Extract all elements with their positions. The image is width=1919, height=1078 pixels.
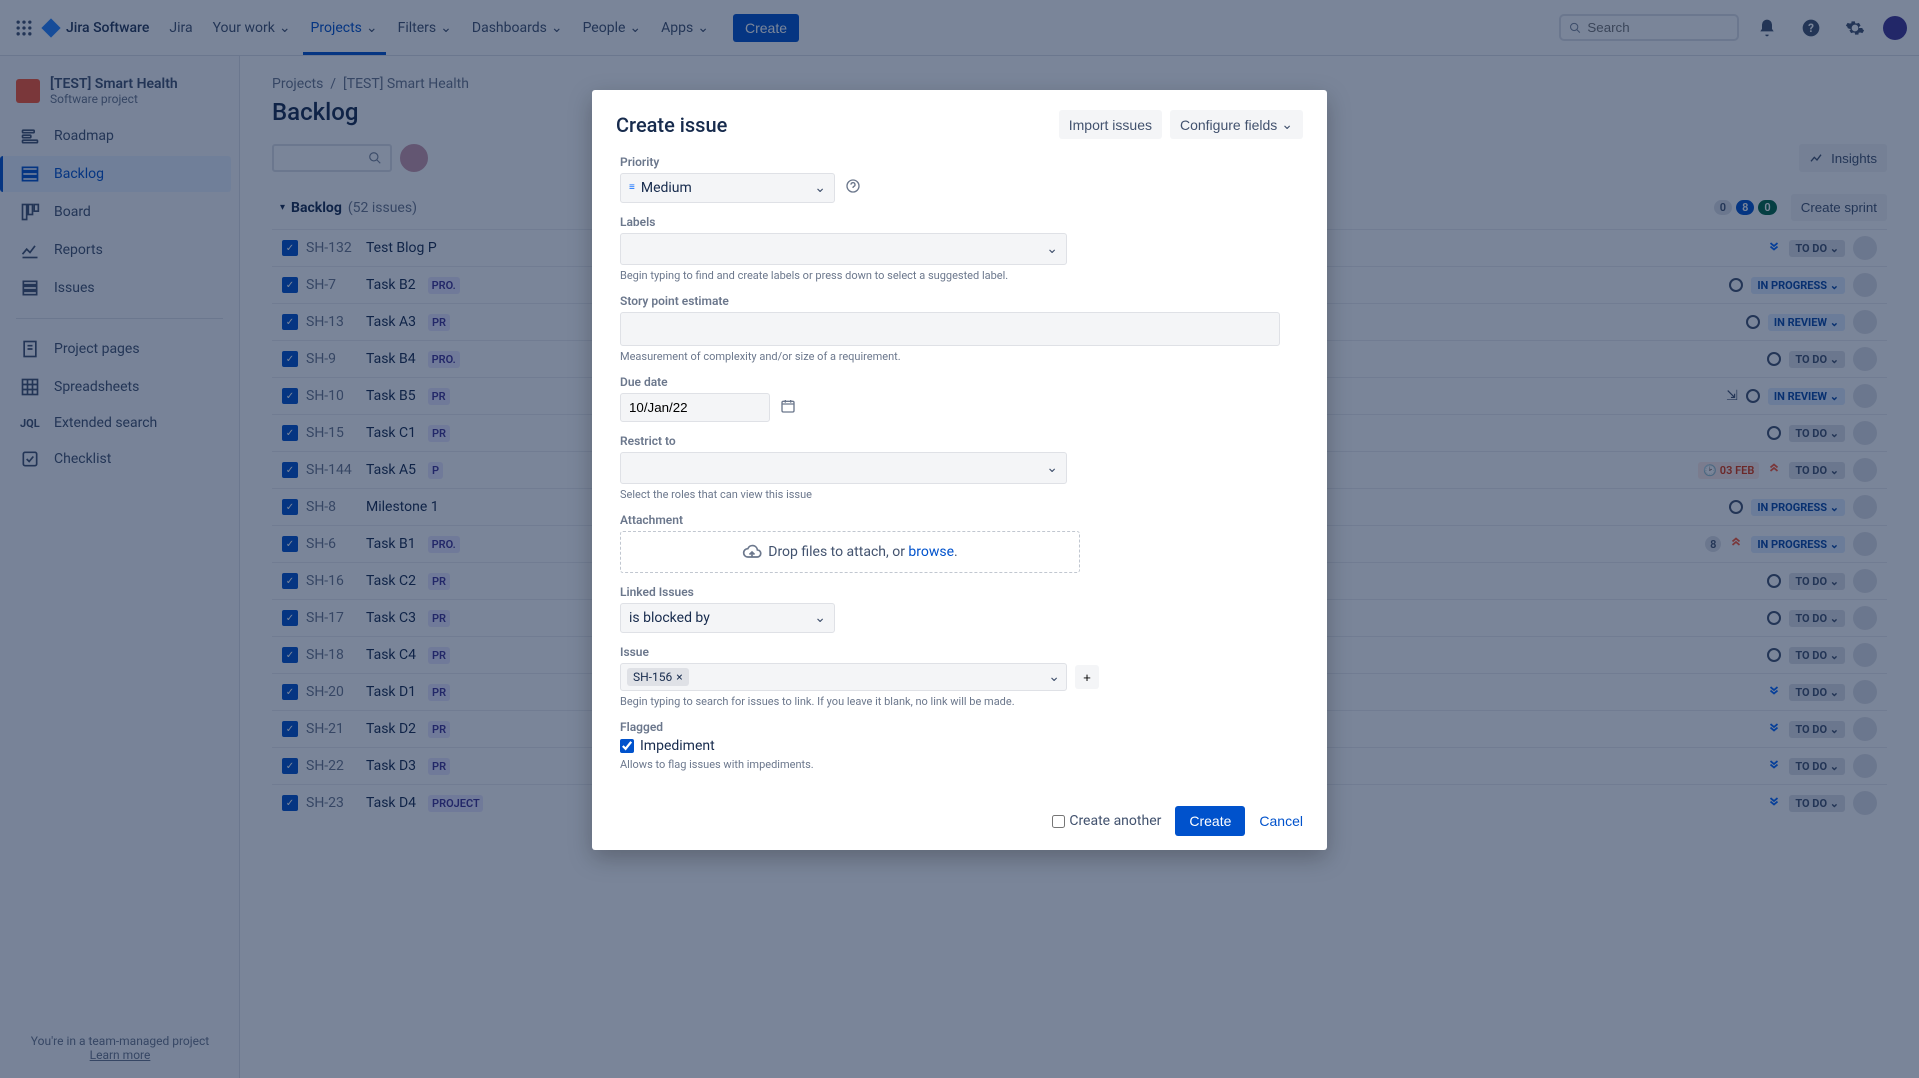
browse-link[interactable]: browse bbox=[908, 544, 954, 560]
story-point-label: Story point estimate bbox=[620, 294, 1299, 308]
upload-icon bbox=[742, 542, 762, 562]
create-issue-modal: Create issue Import issues Configure fie… bbox=[592, 90, 1327, 850]
configure-fields-button[interactable]: Configure fields bbox=[1170, 110, 1303, 139]
attachment-dropzone[interactable]: Drop files to attach, or browse. bbox=[620, 531, 1080, 573]
modal-overlay: Create issue Import issues Configure fie… bbox=[0, 0, 1919, 1078]
modal-create-button[interactable]: Create bbox=[1175, 806, 1245, 836]
restrict-select[interactable] bbox=[620, 452, 1067, 484]
impediment-checkbox[interactable] bbox=[620, 739, 634, 753]
due-date-input[interactable] bbox=[620, 393, 770, 422]
story-point-input[interactable] bbox=[620, 312, 1280, 346]
calendar-icon[interactable] bbox=[780, 398, 796, 418]
issue-link-label: Issue bbox=[620, 645, 1299, 659]
impediment-label: Impediment bbox=[640, 738, 715, 754]
priority-help-icon[interactable] bbox=[845, 178, 861, 198]
issue-link-help: Begin typing to search for issues to lin… bbox=[620, 695, 1299, 708]
linked-issues-label: Linked Issues bbox=[620, 585, 1299, 599]
attachment-label: Attachment bbox=[620, 513, 1299, 527]
flagged-help: Allows to flag issues with impediments. bbox=[620, 758, 1299, 771]
labels-label: Labels bbox=[620, 215, 1299, 229]
flagged-label: Flagged bbox=[620, 720, 1299, 734]
priority-medium-icon: ≡ bbox=[629, 186, 635, 190]
remove-token-icon[interactable]: × bbox=[676, 670, 682, 684]
priority-select[interactable]: ≡Medium bbox=[620, 173, 835, 203]
import-issues-button[interactable]: Import issues bbox=[1059, 110, 1162, 139]
issue-link-select[interactable]: SH-156 × bbox=[620, 663, 1067, 691]
modal-title: Create issue bbox=[616, 113, 727, 137]
priority-label: Priority bbox=[620, 155, 1299, 169]
labels-help: Begin typing to find and create labels o… bbox=[620, 269, 1299, 282]
linked-issues-type-select[interactable]: is blocked by bbox=[620, 603, 835, 633]
labels-select[interactable] bbox=[620, 233, 1067, 265]
create-another-checkbox[interactable]: Create another bbox=[1052, 813, 1161, 829]
modal-cancel-button[interactable]: Cancel bbox=[1259, 813, 1303, 829]
restrict-label: Restrict to bbox=[620, 434, 1299, 448]
issue-token[interactable]: SH-156 × bbox=[627, 668, 689, 686]
restrict-help: Select the roles that can view this issu… bbox=[620, 488, 1299, 501]
story-point-help: Measurement of complexity and/or size of… bbox=[620, 350, 1299, 363]
add-link-button[interactable]: + bbox=[1075, 665, 1099, 689]
due-date-label: Due date bbox=[620, 375, 1299, 389]
